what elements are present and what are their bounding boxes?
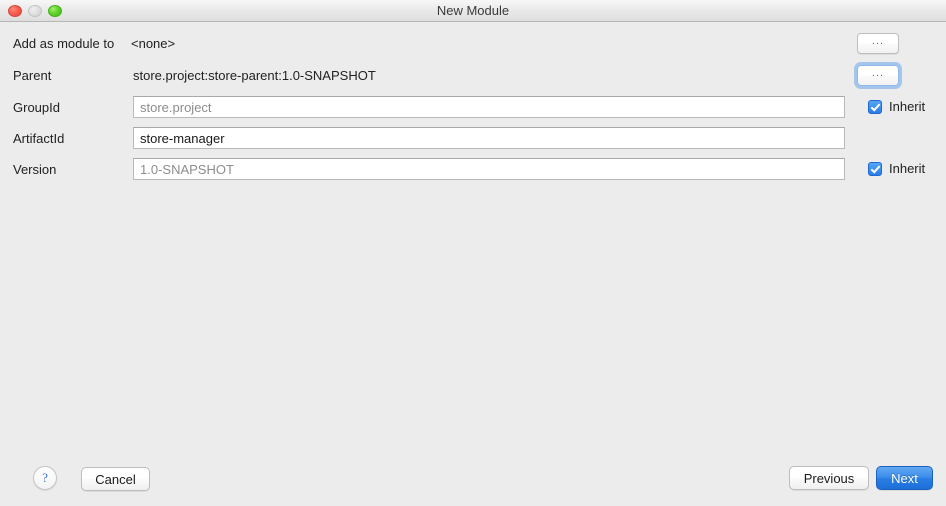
version-input[interactable] <box>133 158 845 180</box>
artifact-id-input[interactable] <box>133 127 845 149</box>
next-button[interactable]: Next <box>876 466 933 490</box>
parent-label: Parent <box>13 68 52 83</box>
group-id-input[interactable] <box>133 96 845 118</box>
version-label: Version <box>13 162 57 177</box>
group-id-inherit-label: Inherit <box>889 99 926 114</box>
cancel-button[interactable]: Cancel <box>81 467 150 491</box>
parent-browse-button[interactable]: ... <box>857 65 899 86</box>
artifact-id-label: ArtifactId <box>13 131 65 146</box>
add-as-module-to-browse-button[interactable]: ... <box>857 33 899 54</box>
previous-button[interactable]: Previous <box>789 466 869 490</box>
checkbox-checked-icon <box>868 161 882 176</box>
new-module-dialog: New Module Add as module to <none> ... P… <box>0 0 946 506</box>
question-mark-icon: ? <box>42 469 48 485</box>
module-form: Add as module to <none> ... Parent store… <box>0 22 946 506</box>
window-title: New Module <box>436 3 510 18</box>
add-as-module-to-label: Add as module to <box>13 36 115 51</box>
add-as-module-to-value: <none> <box>131 36 176 51</box>
version-inherit-label: Inherit <box>889 161 926 176</box>
group-id-inherit-checkbox[interactable]: Inherit <box>868 99 925 114</box>
group-id-label: GroupId <box>13 100 60 115</box>
parent-value: store.project:store-parent:1.0-SNAPSHOT <box>133 68 376 83</box>
window-titlebar: New Module <box>0 0 946 22</box>
version-inherit-checkbox[interactable]: Inherit <box>868 161 925 176</box>
help-button[interactable]: ? <box>33 466 57 490</box>
ellipsis-icon: ... <box>871 34 885 47</box>
checkbox-checked-icon <box>868 99 882 114</box>
ellipsis-icon: ... <box>871 66 885 79</box>
